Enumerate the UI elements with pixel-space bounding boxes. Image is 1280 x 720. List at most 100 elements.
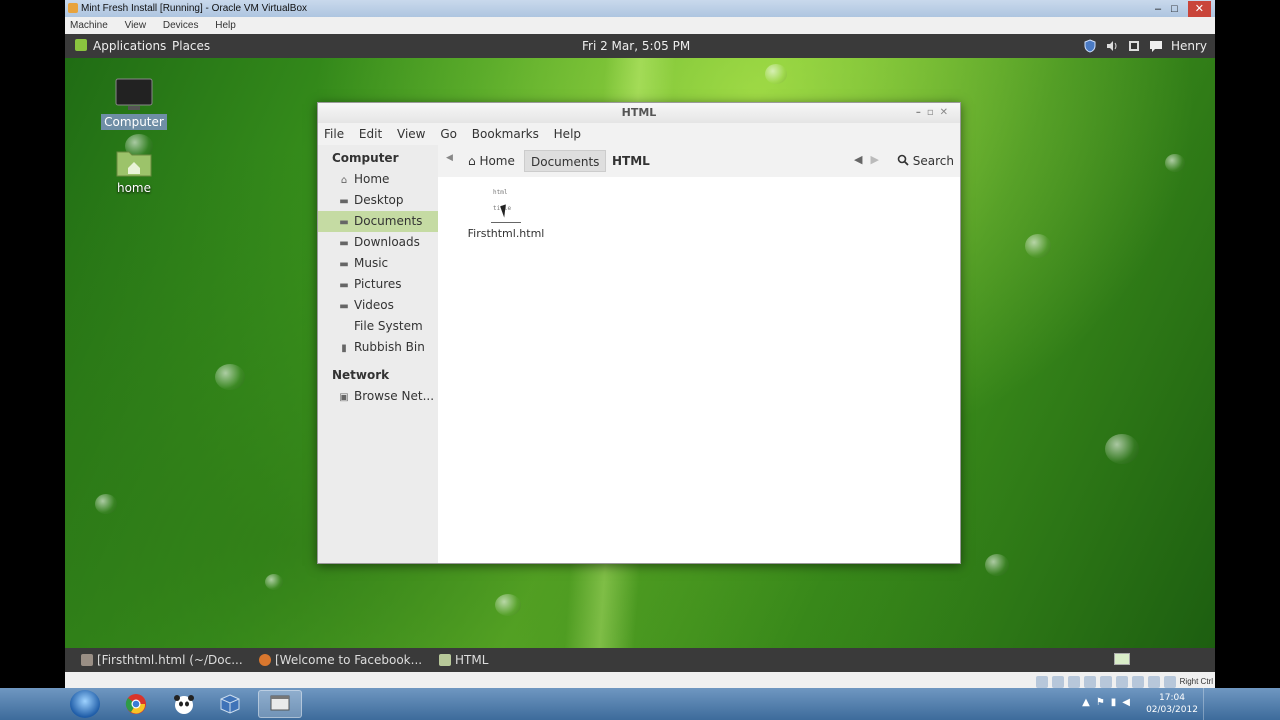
sidebar-item-rubbish-bin[interactable]: ▮ Rubbish Bin	[318, 337, 438, 358]
taskbar-virtualbox[interactable]	[208, 690, 252, 718]
breadcrumb-documents[interactable]: Documents	[524, 150, 607, 172]
show-desktop-button[interactable]	[1203, 688, 1215, 720]
keyboard-icon[interactable]	[1163, 676, 1176, 688]
capture-icon[interactable]	[1131, 676, 1144, 688]
sidebar-item-file-system[interactable]: File System	[318, 316, 438, 337]
tray-expand-icon[interactable]: ▲	[1082, 697, 1090, 708]
menu-edit[interactable]: Edit	[359, 127, 382, 141]
virtualbox-titlebar: Mint Fresh Install [Running] - Oracle VM…	[65, 0, 1215, 18]
taskbar-label: [Welcome to Facebook...	[275, 653, 423, 667]
taskbar-panda[interactable]	[162, 690, 206, 718]
sidebar-item-music[interactable]: ▬ Music	[318, 253, 438, 274]
panel-clock[interactable]: Fri 2 Mar, 5:05 PM	[582, 34, 690, 58]
cd-icon[interactable]	[1051, 676, 1064, 688]
sidebar-item-home[interactable]: ⌂ Home	[318, 169, 438, 190]
letterbox-right	[1215, 0, 1280, 688]
start-button[interactable]	[70, 690, 100, 718]
water-drop	[1025, 234, 1051, 258]
sidebar-header-network: Network	[332, 368, 390, 382]
music-folder-icon: ▬	[339, 259, 349, 270]
sidebar-item-label: Documents	[354, 214, 423, 228]
menu-help[interactable]: Help	[215, 20, 236, 31]
sidebar-item-label: File System	[354, 319, 423, 333]
usb-icon[interactable]	[1067, 676, 1080, 688]
window-titlebar[interactable]: HTML –▫✕	[318, 103, 960, 123]
menu-machine[interactable]: Machine	[70, 20, 108, 31]
taskbar-chrome[interactable]	[114, 690, 158, 718]
sidebar-item-label: Desktop	[354, 193, 404, 207]
minimize-button[interactable]: –	[1155, 1, 1161, 18]
forward-icon[interactable]: ▶	[870, 153, 886, 166]
guest-bottom-panel: [Firsthtml.html (~/Doc... [Welcome to Fa…	[65, 648, 1215, 672]
places-menu[interactable]: Places	[172, 34, 210, 58]
volume-icon[interactable]	[1105, 39, 1119, 53]
maximize-icon[interactable]: ▫	[927, 107, 940, 118]
close-icon[interactable]: ✕	[940, 107, 954, 118]
window-controls: –▫✕	[916, 103, 954, 123]
desktop-icon-computer[interactable]: Computer	[89, 78, 179, 130]
menu-file[interactable]: File	[324, 127, 344, 141]
search-button[interactable]: Search	[897, 150, 954, 172]
virtualbox-app-icon	[68, 3, 78, 13]
shield-update-icon[interactable]	[1083, 39, 1097, 53]
firefox-icon	[259, 654, 271, 666]
taskbar-button-firsthtml[interactable]: [Firsthtml.html (~/Doc...	[79, 648, 243, 672]
taskbar-button-html[interactable]: HTML	[437, 648, 488, 672]
breadcrumb-home[interactable]: ⌂ Home	[462, 150, 521, 172]
desktop-folder-icon: ▬	[339, 196, 349, 207]
menu-view[interactable]: View	[125, 20, 147, 31]
downloads-folder-icon: ▬	[339, 238, 349, 249]
network-signal-icon[interactable]: ▮	[1111, 697, 1117, 708]
sidebar-item-pictures[interactable]: ▬ Pictures	[318, 274, 438, 295]
applications-label: Applications	[93, 39, 167, 53]
taskbar-vm-window[interactable]	[258, 690, 302, 718]
sidebar-item-documents[interactable]: ▬ Documents	[318, 211, 438, 232]
menu-help[interactable]: Help	[554, 127, 581, 141]
panel-tray: Henry	[1083, 34, 1207, 58]
menu-devices[interactable]: Devices	[163, 20, 199, 31]
desktop-icon-home[interactable]: home	[89, 146, 179, 195]
menu-view[interactable]: View	[397, 127, 425, 141]
sidebar-item-browse-network[interactable]: ▣ Browse Net...	[318, 386, 438, 407]
water-drop	[985, 554, 1009, 576]
hard-disk-icon[interactable]	[1035, 676, 1048, 688]
guest-top-panel: Applications Places Fri 2 Mar, 5:05 PM H…	[65, 34, 1215, 58]
file-manager-window: HTML –▫✕ File Edit View Go Bookmarks Hel…	[317, 102, 961, 564]
home-icon: ⌂	[340, 175, 348, 186]
panel-username[interactable]: Henry	[1171, 34, 1207, 58]
virtualbox-menubar: Machine View Devices Help	[65, 17, 1215, 34]
sidebar-item-desktop[interactable]: ▬ Desktop	[318, 190, 438, 211]
speaker-icon[interactable]: ◀	[1122, 697, 1130, 708]
applications-menu[interactable]: Applications	[75, 34, 166, 58]
panda-icon	[174, 695, 194, 714]
mint-logo-icon	[75, 39, 87, 51]
mouse-integration-icon[interactable]	[1147, 676, 1160, 688]
path-back-arrow-icon[interactable]: ◀	[446, 153, 453, 163]
power-icon[interactable]	[1127, 39, 1141, 53]
shared-folder-icon[interactable]	[1099, 676, 1112, 688]
windows-clock[interactable]: 17:04 02/03/2012	[1142, 692, 1202, 716]
virtualbox-title: Mint Fresh Install [Running] - Oracle VM…	[81, 3, 308, 14]
guest-desktop: Applications Places Fri 2 Mar, 5:05 PM H…	[65, 34, 1215, 672]
back-icon[interactable]: ◀	[854, 153, 870, 166]
desktop-icon-label: home	[116, 181, 152, 195]
search-icon	[897, 154, 909, 166]
sidebar-item-videos[interactable]: ▬ Videos	[318, 295, 438, 316]
display-icon[interactable]	[1115, 676, 1128, 688]
close-button[interactable]: ✕	[1187, 1, 1211, 18]
chat-icon[interactable]	[1149, 39, 1163, 53]
maximize-button[interactable]: □	[1171, 1, 1178, 18]
sidebar-item-downloads[interactable]: ▬ Downloads	[318, 232, 438, 253]
sidebar-item-label: Rubbish Bin	[354, 340, 425, 354]
menu-bookmarks[interactable]: Bookmarks	[472, 127, 539, 141]
location-bar: ◀ ⌂ Home Documents HTML ◀▶ Search	[438, 145, 960, 177]
file-manager-menubar: File Edit View Go Bookmarks Help	[318, 123, 960, 145]
sidebar-item-label: Pictures	[354, 277, 402, 291]
menu-go[interactable]: Go	[440, 127, 457, 141]
breadcrumb-html[interactable]: HTML	[606, 150, 656, 172]
taskbar-button-facebook[interactable]: [Welcome to Facebook...	[257, 648, 422, 672]
workspace-switcher[interactable]	[1114, 653, 1130, 665]
minimize-icon[interactable]: –	[916, 107, 927, 118]
action-center-icon[interactable]: ⚑	[1096, 697, 1105, 708]
network-adapter-icon[interactable]	[1083, 676, 1096, 688]
